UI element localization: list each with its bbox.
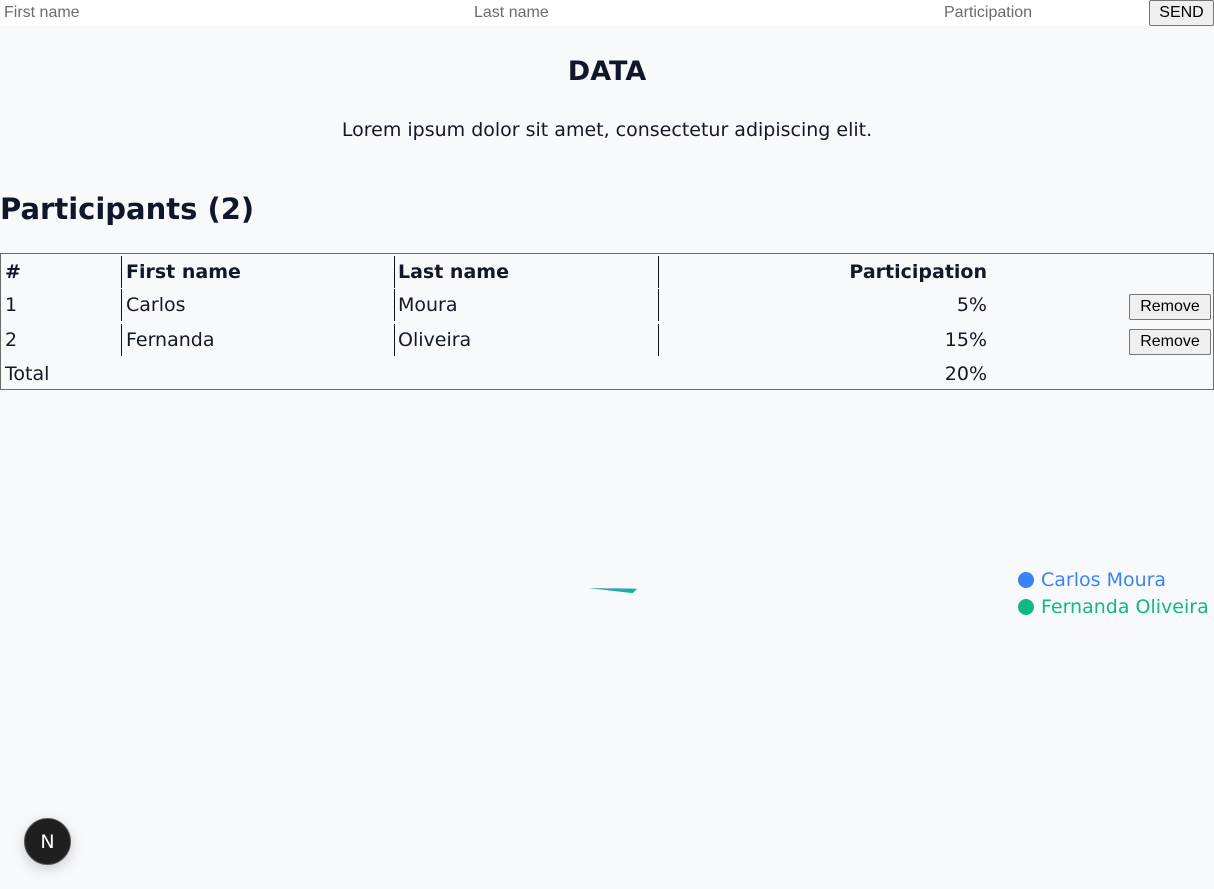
row-participation: 15% — [944, 329, 987, 351]
page-title: DATA — [567, 56, 647, 87]
table-row: 1 Carlos Moura 5% Remove — [1, 287, 1213, 321]
participants-table: # First name Last name Participation 1 C… — [0, 253, 1214, 390]
column-divider — [658, 289, 659, 321]
column-header-last-name: Last name — [394, 256, 509, 288]
column-divider — [658, 256, 659, 288]
column-header-first-name: First name — [121, 256, 241, 288]
row-index: 1 — [5, 294, 18, 316]
chart-legend: Carlos Moura Fernanda Oliveira — [1018, 566, 1209, 620]
legend-dot — [1018, 571, 1034, 588]
column-header-index: # — [5, 261, 21, 283]
last-name-input[interactable] — [470, 0, 940, 26]
send-button[interactable]: SEND — [1149, 0, 1214, 26]
legend-item: Fernanda Oliveira — [1018, 593, 1209, 620]
legend-item: Carlos Moura — [1018, 566, 1209, 593]
column-header-participation: Participation — [849, 261, 987, 283]
participation-chart — [588, 588, 637, 594]
row-participation: 5% — [956, 294, 987, 316]
page-subtitle: Lorem ipsum dolor sit amet, consectetur … — [341, 119, 873, 141]
total-label: Total — [5, 363, 50, 385]
table-header-row: # First name Last name Participation — [1, 254, 1213, 288]
remove-button[interactable]: Remove — [1129, 329, 1211, 355]
total-value: 20% — [944, 363, 987, 385]
row-last-name: Moura — [394, 289, 458, 321]
table-row: 2 Fernanda Oliveira 15% Remove — [1, 322, 1213, 356]
participant-form: SEND — [0, 0, 1214, 26]
participation-input[interactable] — [940, 0, 1148, 26]
row-first-name: Carlos — [121, 289, 186, 321]
row-index: 2 — [5, 329, 18, 351]
legend-label: Fernanda Oliveira — [1041, 595, 1209, 618]
participants-heading: Participants (2) — [0, 192, 255, 226]
legend-label: Carlos Moura — [1041, 568, 1167, 591]
row-first-name: Fernanda — [121, 324, 215, 356]
column-divider — [658, 324, 659, 356]
nextjs-logo-icon: N — [40, 830, 55, 853]
remove-button[interactable]: Remove — [1129, 294, 1211, 320]
nextjs-dev-badge[interactable]: N — [24, 818, 71, 865]
table-total-row: Total 20% — [1, 356, 1213, 390]
legend-dot — [1018, 598, 1034, 615]
first-name-input[interactable] — [0, 0, 470, 26]
row-last-name: Oliveira — [394, 324, 471, 356]
